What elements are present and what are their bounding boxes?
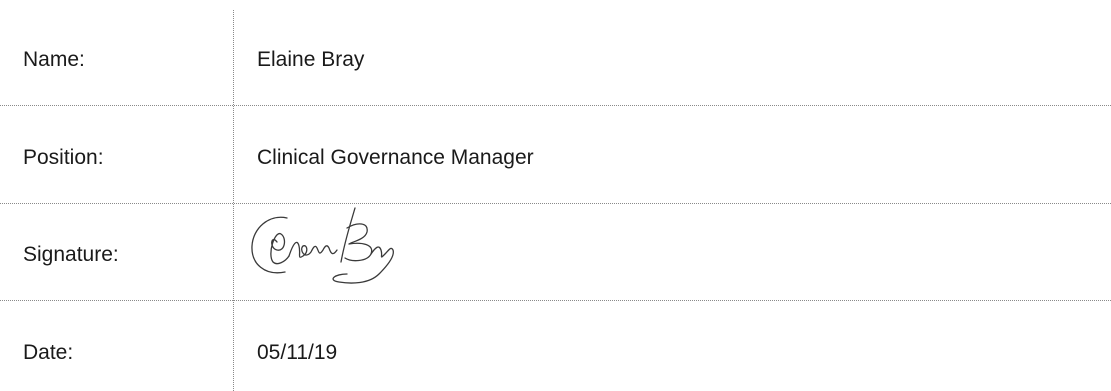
position-value: Clinical Governance Manager [257, 146, 534, 169]
signature-block-table: Name: Elaine Bray Position: Clinical Gov… [0, 0, 1111, 391]
date-label: Date: [23, 341, 74, 364]
date-value: 05/11/19 [257, 341, 338, 364]
row-separator [0, 203, 1111, 204]
signature-label: Signature: [23, 243, 119, 266]
row-separator [0, 105, 1111, 106]
name-label: Name: [23, 48, 85, 71]
handwritten-signature [247, 204, 397, 286]
column-divider [233, 10, 234, 391]
name-value: Elaine Bray [257, 48, 365, 71]
position-label: Position: [23, 146, 104, 169]
row-separator [0, 300, 1111, 301]
